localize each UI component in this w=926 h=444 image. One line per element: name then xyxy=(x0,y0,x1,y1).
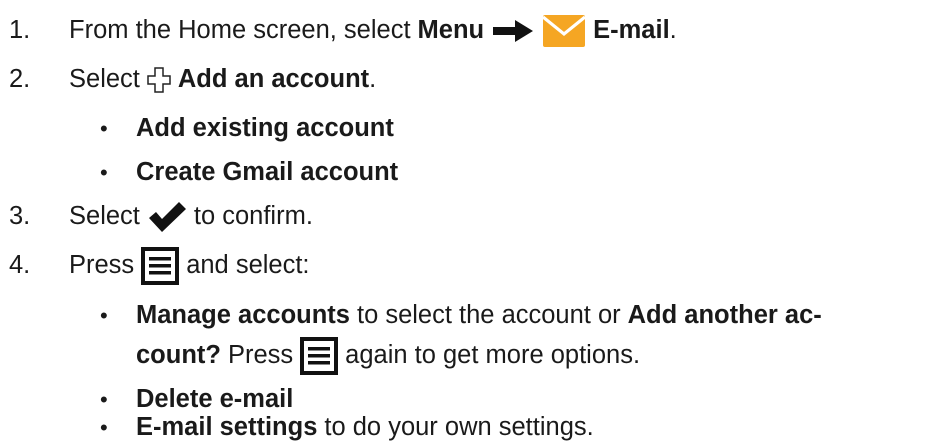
bullet: • xyxy=(100,303,108,328)
email-label: E-mail xyxy=(593,16,670,45)
step-number: 3. xyxy=(9,202,31,231)
menu-lines-icon xyxy=(300,337,339,375)
add-another-label-cont: count? xyxy=(136,341,221,370)
menu-label: Menu xyxy=(417,16,485,45)
envelope-icon xyxy=(542,14,587,48)
step-number: 2. xyxy=(9,65,31,94)
menu-lines-icon xyxy=(141,247,180,285)
list-item: • Create Gmail account xyxy=(0,155,926,191)
step-number: 1. xyxy=(9,16,31,45)
bullet: • xyxy=(100,116,108,141)
step-text: to confirm. xyxy=(193,202,313,231)
list-item: • E-mail settings to do your own setting… xyxy=(100,413,594,442)
delete-email-label: Delete e-mail xyxy=(136,385,294,414)
manage-accounts-label: Manage accounts xyxy=(136,301,350,330)
add-existing-label: Add existing account xyxy=(136,114,394,143)
list-item-continuation: count? Press again to get more options. xyxy=(0,333,926,379)
bullet: • xyxy=(100,160,108,185)
add-another-label: Add another ac- xyxy=(627,301,822,330)
email-settings-label: E-mail settings xyxy=(136,413,318,442)
list-item: • Add existing account xyxy=(0,111,926,147)
step-4: 4. Press and select: xyxy=(0,243,926,289)
step-2: 2. Select Add an account. xyxy=(9,65,377,94)
bullet: • xyxy=(100,387,108,412)
create-gmail-label: Create Gmail account xyxy=(136,158,399,187)
step-text: Select xyxy=(69,65,140,94)
bullet: • xyxy=(100,415,108,440)
step-text: From the Home screen, select xyxy=(69,16,411,45)
plus-outline-icon xyxy=(147,67,171,93)
step-text: and select: xyxy=(186,251,310,280)
right-arrow-icon xyxy=(491,18,535,44)
add-account-label: Add an account xyxy=(177,65,370,94)
step-3: 3. Select to confirm. xyxy=(0,195,926,239)
checkmark-icon xyxy=(147,201,187,233)
step-text: Press xyxy=(69,251,135,280)
step-1: 1. From the Home screen, select Menu E-m… xyxy=(0,11,926,51)
instructions-document: 1. From the Home screen, select Menu E-m… xyxy=(0,0,926,444)
list-item: • Manage accounts to select the account … xyxy=(100,301,822,330)
step-text: Select xyxy=(69,202,140,231)
step-number: 4. xyxy=(9,251,31,280)
